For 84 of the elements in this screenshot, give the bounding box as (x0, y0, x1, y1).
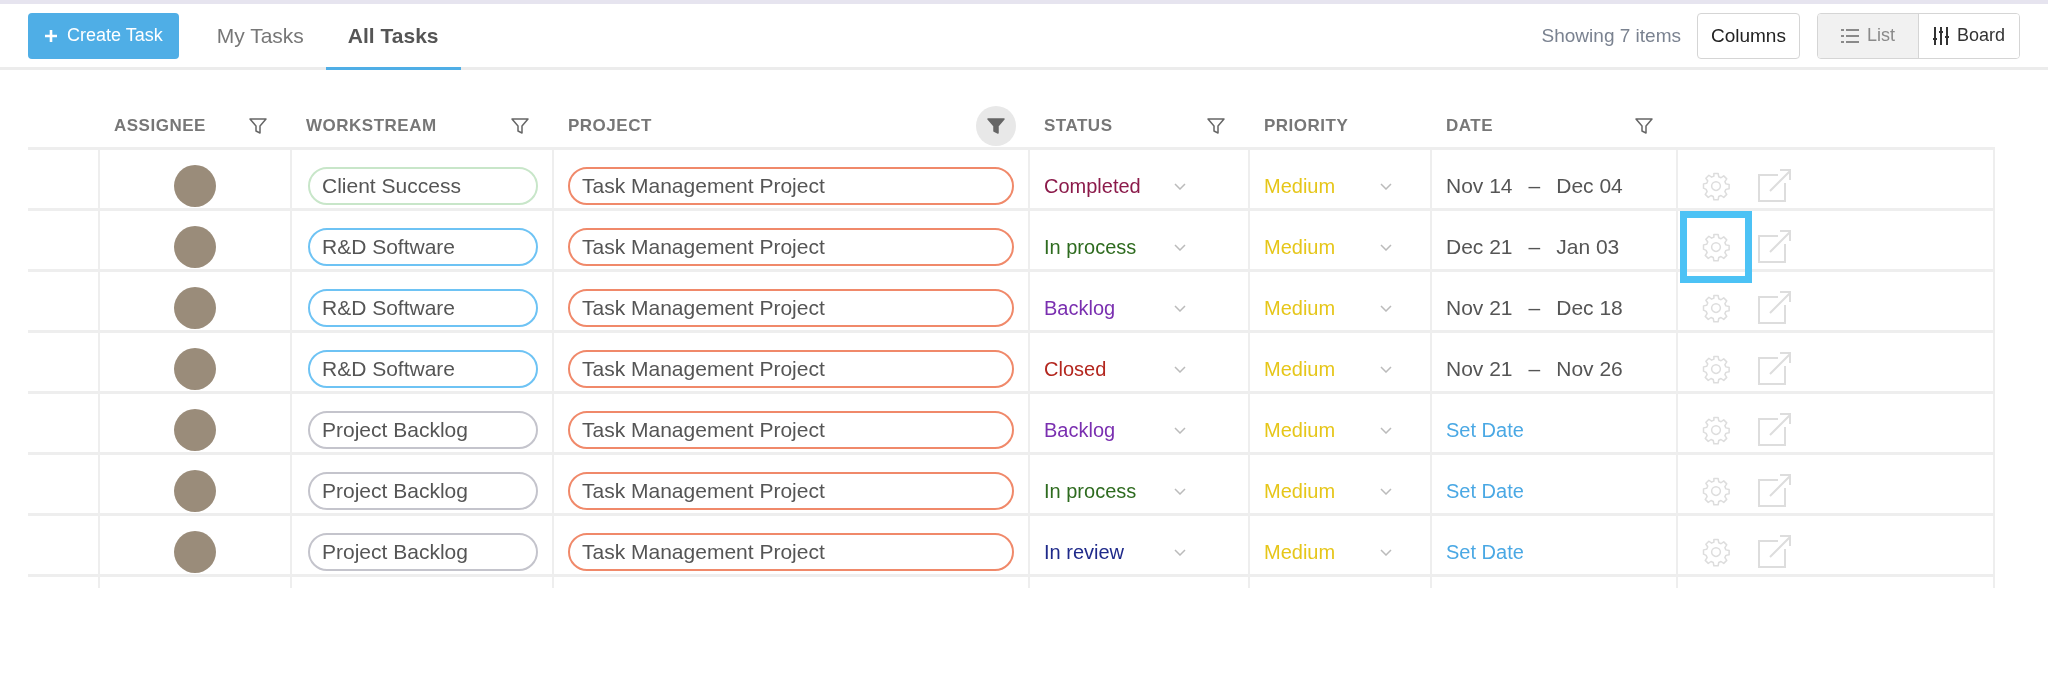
external-link-icon[interactable] (1756, 230, 1792, 264)
avatar-photo-placeholder (174, 531, 216, 573)
chevron-down-icon[interactable] (1380, 365, 1392, 373)
settings-icon (1701, 354, 1731, 384)
settings-icon (1701, 232, 1731, 262)
chevron-down-icon[interactable] (1174, 426, 1186, 434)
project-tag[interactable]: Task Management Project (568, 289, 1014, 327)
date-separator: – (1528, 174, 1541, 198)
status-value[interactable]: Completed (1044, 174, 1141, 198)
avatar-photo-placeholder (174, 226, 216, 268)
tab[interactable]: All Tasks (325, 4, 461, 70)
column-header: WORKSTREAM (306, 115, 437, 136)
item-count: Showing 7 items (1541, 24, 1681, 47)
avatar-photo-placeholder (174, 348, 216, 390)
workstream-tag[interactable]: Client Success (308, 167, 538, 205)
end-date: Dec 04 (1556, 174, 1623, 198)
end-date: Jan 03 (1556, 235, 1620, 259)
tab[interactable]: My Tasks (194, 4, 326, 70)
filter-icon[interactable] (976, 105, 1016, 146)
external-link-icon[interactable] (1756, 291, 1792, 325)
end-date: Dec 18 (1556, 296, 1623, 320)
column-header: ASSIGNEE (114, 115, 206, 136)
project-tag[interactable]: Task Management Project (568, 167, 1014, 205)
chevron-down-icon[interactable] (1174, 487, 1186, 495)
column-header: PRIORITY (1264, 115, 1349, 136)
project-tag[interactable]: Task Management Project (568, 411, 1014, 449)
avatar-photo-placeholder (174, 287, 216, 329)
workstream-tag[interactable]: Project Backlog (308, 533, 538, 571)
view-toggle[interactable]: Board (1917, 13, 2019, 58)
column-header: PROJECT (568, 115, 652, 136)
avatar-photo-placeholder (174, 470, 216, 512)
status-value[interactable]: Backlog (1044, 418, 1116, 442)
workstream-tag[interactable]: Project Backlog (308, 411, 538, 449)
status-value[interactable]: Backlog (1044, 296, 1116, 320)
project-tag[interactable]: Task Management Project (568, 472, 1014, 510)
status-value[interactable]: Closed (1044, 357, 1107, 381)
workstream-tag[interactable]: R&D Software (308, 289, 538, 327)
chevron-down-icon[interactable] (1380, 182, 1392, 190)
start-date: Nov 14 (1446, 174, 1513, 198)
chevron-down-icon[interactable] (1174, 548, 1186, 556)
settings-icon (1701, 293, 1731, 323)
plus-icon (44, 28, 58, 43)
chevron-down-icon[interactable] (1380, 243, 1392, 251)
chevron-down-icon[interactable] (1380, 426, 1392, 434)
date-separator: – (1528, 296, 1541, 320)
chevron-down-icon[interactable] (1380, 304, 1392, 312)
project-tag[interactable]: Task Management Project (568, 533, 1014, 571)
external-link-icon[interactable] (1756, 352, 1792, 386)
external-link-icon[interactable] (1756, 535, 1792, 569)
end-date: Nov 26 (1556, 357, 1623, 381)
workstream-tag[interactable]: Project Backlog (308, 472, 538, 510)
workstream-tag[interactable]: R&D Software (308, 350, 538, 388)
chevron-down-icon[interactable] (1174, 243, 1186, 251)
columns-button[interactable]: Columns (1696, 12, 1800, 59)
external-link-icon[interactable] (1756, 474, 1792, 508)
settings-icon (1701, 171, 1731, 201)
avatar-photo-placeholder (174, 409, 216, 451)
sliders-icon (1932, 26, 1949, 45)
status-value[interactable]: In review (1044, 540, 1125, 564)
settings-icon (1701, 537, 1731, 567)
date-separator: – (1528, 235, 1541, 259)
chevron-down-icon[interactable] (1174, 365, 1186, 373)
avatar-photo-placeholder (174, 165, 216, 207)
column-header: DATE (1446, 115, 1493, 136)
chevron-down-icon[interactable] (1174, 182, 1186, 190)
start-date: Nov 21 (1446, 296, 1513, 320)
status-value[interactable]: In process (1044, 479, 1137, 503)
start-date: Nov 21 (1446, 357, 1513, 381)
chevron-down-icon[interactable] (1380, 487, 1392, 495)
settings-icon (1701, 415, 1731, 445)
date-separator: – (1528, 357, 1541, 381)
settings-icon (1701, 476, 1731, 506)
settings-button[interactable] (1680, 211, 1752, 283)
start-date: Dec 21 (1446, 235, 1513, 259)
chevron-down-icon[interactable] (1380, 548, 1392, 556)
status-value[interactable]: In process (1044, 235, 1137, 259)
external-link-icon[interactable] (1756, 413, 1792, 447)
external-link-icon[interactable] (1756, 169, 1792, 203)
list-icon (1840, 28, 1859, 43)
workstream-tag[interactable]: R&D Software (308, 228, 538, 266)
project-tag[interactable]: Task Management Project (568, 350, 1014, 388)
chevron-down-icon[interactable] (1174, 304, 1186, 312)
project-tag[interactable]: Task Management Project (568, 228, 1014, 266)
column-header: STATUS (1044, 115, 1113, 136)
